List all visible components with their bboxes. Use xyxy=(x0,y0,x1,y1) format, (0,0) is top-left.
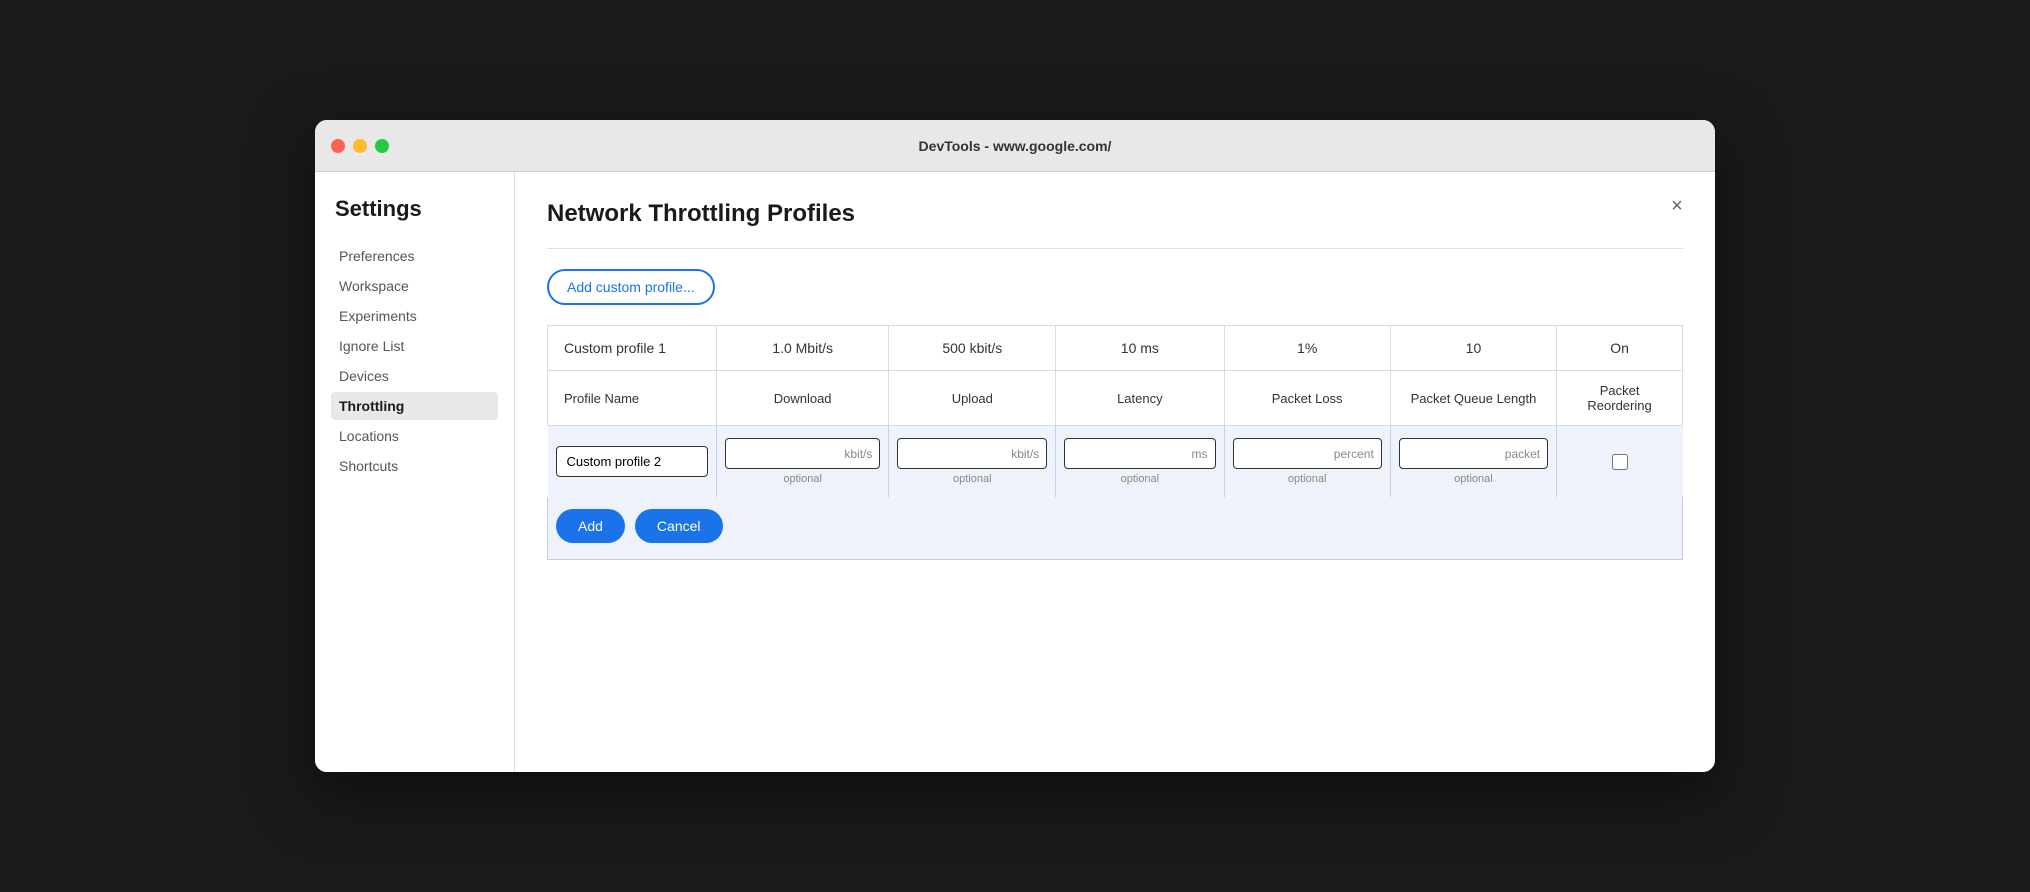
traffic-lights xyxy=(331,139,389,153)
download-input[interactable] xyxy=(725,438,881,469)
actions-row: Add Cancel xyxy=(548,497,1683,560)
packet-queue-hint: optional xyxy=(1454,473,1493,485)
download-input-wrap: kbit/s xyxy=(725,438,881,469)
header-packet-reorder: Packet Reordering xyxy=(1557,371,1683,426)
profile-upload-cell: 500 kbit/s xyxy=(889,326,1056,371)
sidebar-item-ignore-list[interactable]: Ignore List xyxy=(331,332,498,360)
profiles-table: Custom profile 1 1.0 Mbit/s 500 kbit/s 1… xyxy=(547,325,1683,560)
new-profile-reorder-cell xyxy=(1557,426,1683,498)
window-content: Settings Preferences Workspace Experimen… xyxy=(315,172,1715,772)
profile-name-input[interactable] xyxy=(556,446,708,477)
close-traffic-light[interactable] xyxy=(331,139,345,153)
page-title: Network Throttling Profiles xyxy=(547,200,1683,228)
sidebar-title: Settings xyxy=(331,196,498,222)
profile-download-cell: 1.0 Mbit/s xyxy=(716,326,889,371)
sidebar-item-workspace[interactable]: Workspace xyxy=(331,272,498,300)
window-title: DevTools - www.google.com/ xyxy=(919,138,1112,154)
profile-packet-loss-cell: 1% xyxy=(1224,326,1390,371)
latency-input-wrap: ms xyxy=(1064,438,1215,469)
profile-name-cell: Custom profile 1 xyxy=(548,326,717,371)
new-profile-download-cell: kbit/s optional xyxy=(716,426,889,498)
download-field-group: kbit/s optional xyxy=(725,438,881,485)
download-hint: optional xyxy=(783,473,822,485)
upload-hint: optional xyxy=(953,473,992,485)
packet-loss-input[interactable] xyxy=(1233,438,1382,469)
packet-queue-input[interactable] xyxy=(1399,438,1548,469)
maximize-traffic-light[interactable] xyxy=(375,139,389,153)
new-profile-upload-cell: kbit/s optional xyxy=(889,426,1056,498)
header-profile-name: Profile Name xyxy=(548,371,717,426)
sidebar: Settings Preferences Workspace Experimen… xyxy=(315,172,515,772)
header-latency: Latency xyxy=(1056,371,1224,426)
upload-field-group: kbit/s optional xyxy=(897,438,1047,485)
minimize-traffic-light[interactable] xyxy=(353,139,367,153)
sidebar-item-shortcuts[interactable]: Shortcuts xyxy=(331,452,498,480)
add-custom-profile-button[interactable]: Add custom profile... xyxy=(547,269,715,305)
header-download: Download xyxy=(716,371,889,426)
header-upload: Upload xyxy=(889,371,1056,426)
actions-cell: Add Cancel xyxy=(548,497,1683,560)
new-profile-packet-queue-cell: packet optional xyxy=(1390,426,1556,498)
packet-loss-input-wrap: percent xyxy=(1233,438,1382,469)
actions-container: Add Cancel xyxy=(556,509,1674,543)
upload-input[interactable] xyxy=(897,438,1047,469)
main-content: × Network Throttling Profiles Add custom… xyxy=(515,172,1715,772)
titlebar: DevTools - www.google.com/ xyxy=(315,120,1715,172)
existing-profile-row: Custom profile 1 1.0 Mbit/s 500 kbit/s 1… xyxy=(548,326,1683,371)
upload-input-wrap: kbit/s xyxy=(897,438,1047,469)
packet-reorder-checkbox[interactable] xyxy=(1612,454,1628,470)
latency-hint: optional xyxy=(1121,473,1160,485)
sidebar-item-devices[interactable]: Devices xyxy=(331,362,498,390)
cancel-button[interactable]: Cancel xyxy=(635,509,723,543)
new-profile-latency-cell: ms optional xyxy=(1056,426,1224,498)
profile-packet-queue-cell: 10 xyxy=(1390,326,1556,371)
new-profile-packet-loss-cell: percent optional xyxy=(1224,426,1390,498)
table-header-row: Profile Name Download Upload Latency Pac… xyxy=(548,371,1683,426)
packet-queue-input-wrap: packet xyxy=(1399,438,1548,469)
sidebar-item-throttling[interactable]: Throttling xyxy=(331,392,498,420)
add-button[interactable]: Add xyxy=(556,509,625,543)
close-button[interactable]: × xyxy=(1663,192,1691,220)
packet-reorder-checkbox-wrap xyxy=(1565,454,1674,470)
new-profile-name-cell xyxy=(548,426,717,498)
profile-latency-cell: 10 ms xyxy=(1056,326,1224,371)
header-packet-loss: Packet Loss xyxy=(1224,371,1390,426)
devtools-window: DevTools - www.google.com/ Settings Pref… xyxy=(315,120,1715,772)
packet-queue-field-group: packet optional xyxy=(1399,438,1548,485)
latency-field-group: ms optional xyxy=(1064,438,1215,485)
new-profile-input-row: kbit/s optional kbit/s o xyxy=(548,426,1683,498)
sidebar-item-locations[interactable]: Locations xyxy=(331,422,498,450)
sidebar-item-preferences[interactable]: Preferences xyxy=(331,242,498,270)
profile-packet-reorder-cell: On xyxy=(1557,326,1683,371)
packet-loss-hint: optional xyxy=(1288,473,1327,485)
packet-loss-field-group: percent optional xyxy=(1233,438,1382,485)
header-packet-queue: Packet Queue Length xyxy=(1390,371,1556,426)
sidebar-item-experiments[interactable]: Experiments xyxy=(331,302,498,330)
latency-input[interactable] xyxy=(1064,438,1215,469)
divider xyxy=(547,248,1683,249)
